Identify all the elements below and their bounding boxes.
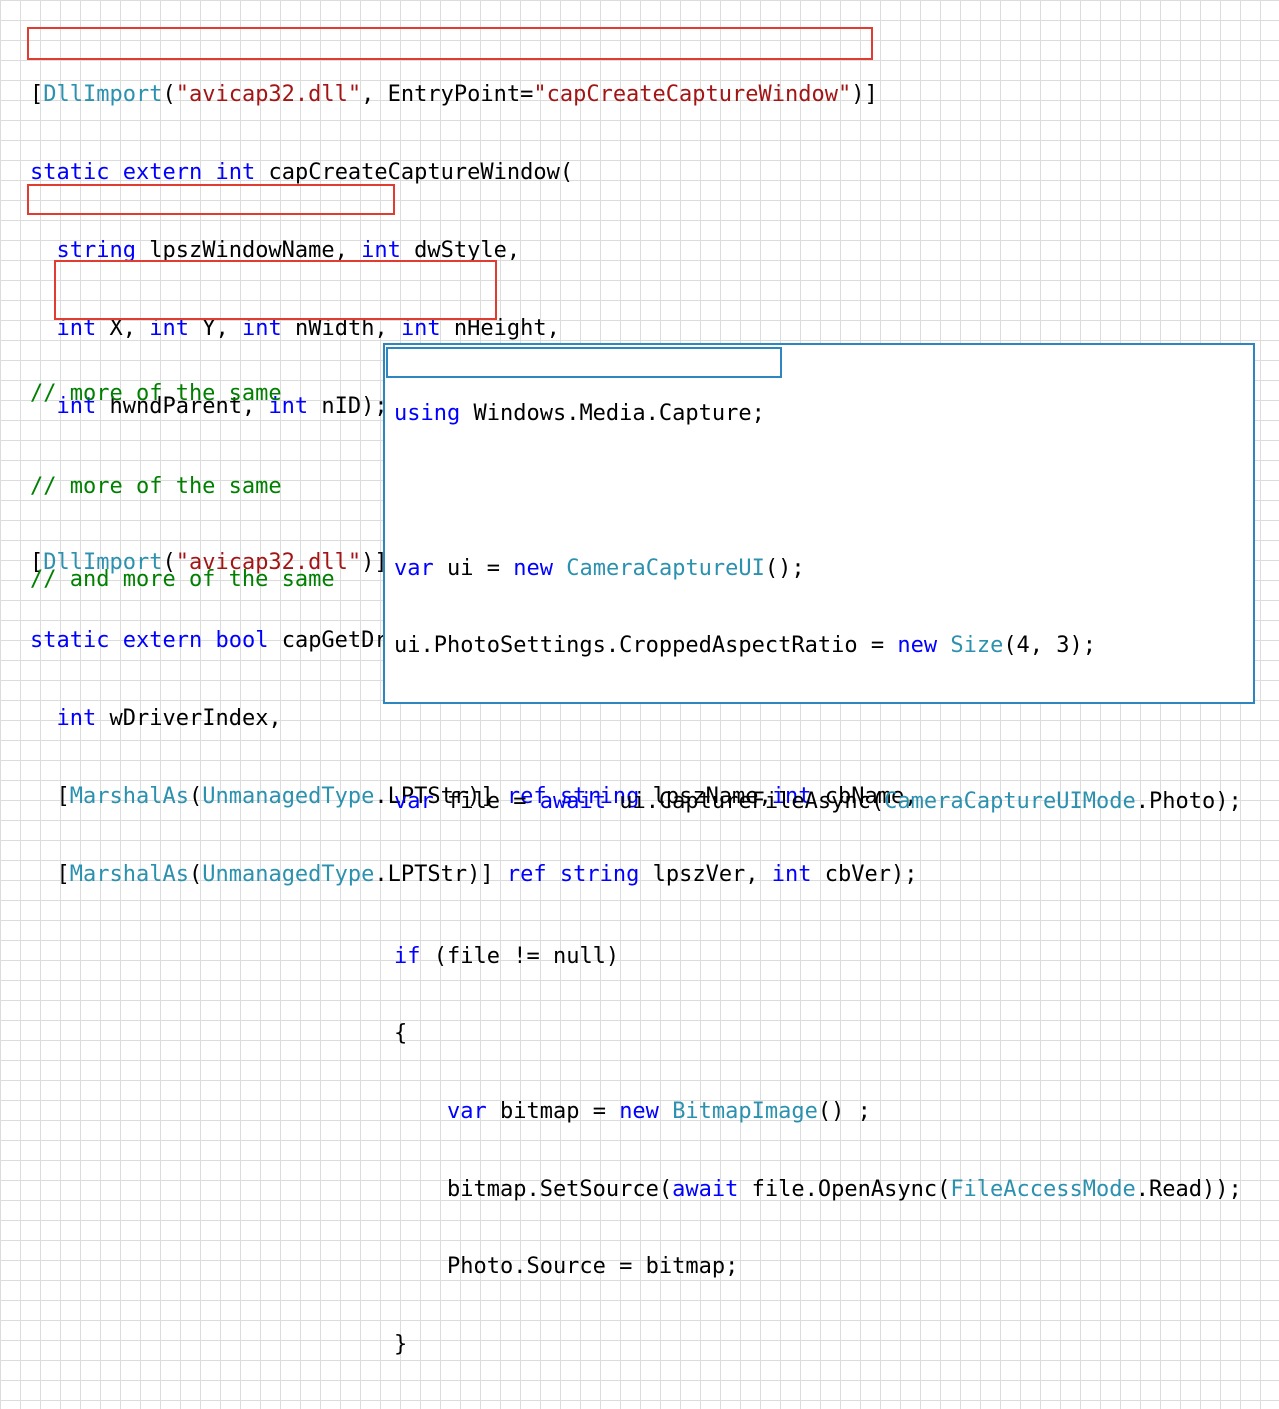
code-token: Photo.Source = bitmap; [394, 1254, 739, 1280]
code-token: "avicap32.dll" [175, 82, 362, 107]
code-token: int [215, 160, 256, 185]
code-line: static extern int capCreateCaptureWindow… [30, 160, 918, 186]
highlight-marshalas [54, 260, 497, 320]
code-token: [ [30, 82, 44, 107]
code-line: var file = await ui.CaptureFileAsync(Cam… [394, 789, 1242, 815]
code-line: Photo.Source = bitmap; [394, 1254, 1242, 1280]
highlight-dllimport-capgetdriver [27, 184, 395, 215]
code-line: if (file != null) [394, 944, 1242, 970]
code-token: BitmapImage [672, 1098, 818, 1124]
code-line: ui.PhotoSettings.CroppedAspectRatio = ne… [394, 633, 1242, 659]
code-token: new [513, 555, 553, 581]
comment-line: // more of the same [30, 381, 282, 406]
code-line: using Windows.Media.Capture; [394, 401, 1242, 427]
code-token: static [30, 628, 110, 653]
code-token: ( [188, 862, 203, 887]
code-token: wDriverIndex, [96, 706, 282, 731]
code-token: var [446, 1098, 487, 1124]
code-token: extern [122, 628, 203, 653]
highlight-using-statement [386, 347, 782, 378]
code-token: [ [30, 784, 70, 809]
code-token: (4, 3); [1003, 633, 1097, 659]
code-token: MarshalAs [69, 784, 189, 809]
code-token: ( [162, 82, 176, 107]
code-token: bitmap = [486, 1098, 620, 1124]
code-token: "capCreateCaptureWindow" [533, 82, 852, 107]
code-token: file = [433, 788, 540, 814]
code-line: { [394, 1021, 1242, 1047]
highlight-dllimport-capcreate [27, 27, 873, 60]
code-token: CameraCaptureUI [566, 555, 765, 581]
code-token: await [672, 1176, 739, 1202]
code-token: Windows.Media.Capture; [460, 400, 765, 426]
code-token: () ; [817, 1098, 871, 1124]
code-line: } [394, 1332, 1242, 1358]
code-token: new [897, 633, 938, 659]
code-token: UnmanagedType [202, 784, 375, 809]
code-token: , EntryPoint= [361, 82, 534, 107]
code-token: (file != null) [420, 943, 620, 969]
code-token: int [56, 706, 97, 731]
code-token: DllImport [43, 82, 163, 107]
code-token: MarshalAs [69, 862, 189, 887]
code-token: file.OpenAsync( [738, 1176, 951, 1202]
code-token: var [394, 555, 434, 581]
comment-line: // and more of the same [30, 567, 335, 592]
comment-line: // more of the same [30, 474, 282, 499]
code-token: new [619, 1098, 659, 1124]
code-token: [ [30, 862, 70, 887]
code-token: ( [188, 784, 203, 809]
code-token: ui = [433, 555, 514, 581]
code-token: UnmanagedType [202, 862, 375, 887]
winrt-code-panel: using Windows.Media.Capture; var ui = ne… [383, 343, 1255, 1357]
code-token: FileAccessMode [950, 1176, 1136, 1202]
code-line: [DllImport("avicap32.dll", EntryPoint="c… [30, 82, 918, 108]
code-line: var ui = new CameraCaptureUI(); [394, 556, 1242, 582]
code-token: } [394, 1331, 408, 1357]
code-token: var [394, 788, 434, 814]
code-token: CameraCaptureUIMode [884, 788, 1136, 814]
comment-block: // more of the same // more of the same … [30, 316, 335, 626]
code-token: )] [851, 82, 878, 107]
code-token: await [539, 788, 606, 814]
winrt-code-block: using Windows.Media.Capture; var ui = ne… [394, 349, 1242, 1409]
code-token: ui.CaptureFileAsync( [605, 788, 885, 814]
code-token: .Photo); [1135, 788, 1242, 814]
code-token: extern [122, 160, 203, 185]
code-token: static [30, 160, 110, 185]
code-token: using [394, 400, 461, 426]
code-line: var bitmap = new BitmapImage() ; [394, 1099, 1242, 1125]
code-token: Size [950, 633, 1004, 659]
code-token: .Read)); [1135, 1176, 1242, 1202]
code-token: { [394, 1021, 408, 1047]
code-token: (); [764, 555, 805, 581]
code-token: if [394, 943, 421, 969]
code-token: ui.PhotoSettings.CroppedAspectRatio = [394, 633, 898, 659]
code-line: bitmap.SetSource(await file.OpenAsync(Fi… [394, 1177, 1242, 1203]
code-token: bool [215, 628, 269, 653]
code-token: capCreateCaptureWindow( [255, 160, 574, 185]
code-token: bitmap.SetSource( [394, 1176, 673, 1202]
